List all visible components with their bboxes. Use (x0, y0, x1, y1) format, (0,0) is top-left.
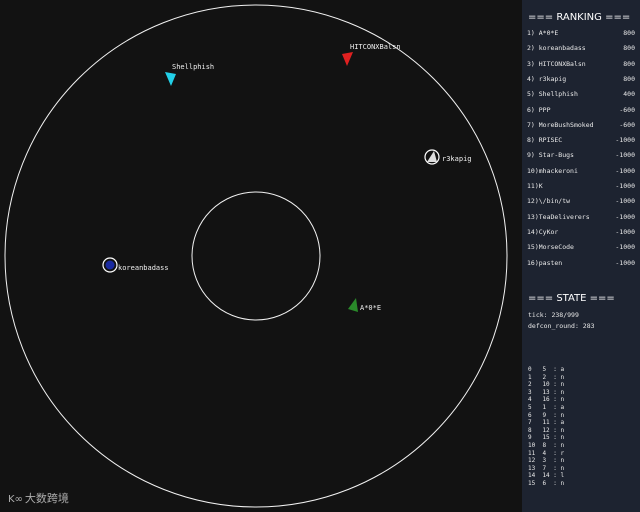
ranking-team-name: 1) A*0*E (527, 29, 559, 37)
ranking-team-score: 800 (623, 74, 635, 83)
ranking-team-name: 8) RPISEC (527, 136, 563, 145)
ranking-team-name: 9) Star-Bugs (527, 151, 574, 160)
ranking-team-name: 14)CyKor (527, 227, 559, 236)
ship-label-r3kapig: r3kapig (442, 155, 472, 163)
ranking-team-score: 800 (623, 29, 635, 37)
ranking-row: 4) r3kapig 800 (527, 74, 635, 84)
arena-canvas (4, 4, 508, 508)
ranking-team-name: 11)K (527, 182, 543, 190)
ranking-team-score: -1000 (615, 243, 635, 252)
ranking-team-name: 15)MorseCode (527, 243, 574, 252)
ranking-team-name: 3) HITCONXBalsn (527, 59, 586, 68)
ranking-team-score: -1000 (615, 151, 635, 160)
ranking-team-name: 16)pasten (527, 258, 563, 267)
ship-r3kapig (427, 151, 437, 162)
ranking-team-score: -1000 (615, 258, 635, 267)
ranking-team-score: 800 (623, 59, 635, 68)
ranking-row: 2) koreanbadass 800 (527, 43, 635, 53)
matchup-row: 15 6 : n (528, 480, 565, 487)
watermark-logo: K∞ 大数跨境 (8, 490, 69, 506)
ranking-team-score: -1000 (615, 212, 635, 221)
ranking-team-name: 10)mhackeroni (527, 166, 578, 175)
scoreboard-panel: === RANKING === 1) A*0*E 800 2) koreanbada… (522, 0, 640, 512)
state-header: === STATE === (528, 293, 615, 304)
ship-a0e (348, 298, 358, 312)
ranking-team-name: 5) Shellphish (527, 90, 578, 99)
ranking-row: 11)K -1000 (527, 181, 635, 191)
ranking-team-name: 6) PPP (527, 105, 551, 114)
ranking-row: 3) HITCONXBalsn 800 (527, 59, 635, 69)
ranking-team-score: -1000 (615, 182, 635, 190)
ship-label-koreanbadass: koreanbadass (118, 264, 169, 272)
ship-shellphish (165, 72, 176, 86)
watermark-text: 大数跨境 (24, 492, 69, 505)
ranking-team-score: -600 (619, 120, 635, 129)
ship-label-shellphish: Shellphish (172, 63, 215, 71)
ship-label-a0e: A*0*E (360, 304, 382, 312)
ship-label-hitconxbalsn: HITCONXBalsn (350, 43, 401, 51)
ranking-team-name: 12)\/bin/tw (527, 197, 571, 206)
ranking-team-name: 2) koreanbadass (527, 44, 586, 53)
ranking-header: === RANKING === (528, 12, 631, 23)
ranking-team-name: 7) MoreBushSmoked (527, 120, 594, 129)
state-round: defcon_round: 283 (528, 322, 595, 330)
ranking-row: 9) Star-Bugs -1000 (527, 150, 635, 160)
ranking-team-score: -1000 (615, 197, 635, 206)
ranking-row: 6) PPP -600 (527, 105, 635, 115)
ranking-row: 13)TeaDeliverers -1000 (527, 212, 635, 222)
ranking-team-name: 4) r3kapig (527, 74, 567, 83)
ranking-row: 10)mhackeroni -1000 (527, 166, 635, 176)
ranking-team-name: 13)TeaDeliverers (527, 212, 590, 221)
ranking-row: 15)MorseCode -1000 (527, 242, 635, 252)
ranking-row: 5) Shellphish 400 (527, 89, 635, 99)
ranking-row: 8) RPISEC -1000 (527, 135, 635, 145)
ranking-row: 16)pasten -1000 (527, 258, 635, 268)
outer-boundary-ring (4, 4, 508, 508)
ranking-row: 12)\/bin/tw -1000 (527, 196, 635, 206)
game-arena: Shellphish HITCONXBalsn r3kapig koreanba… (0, 0, 522, 512)
watermark-icon: K∞ (8, 494, 23, 505)
ranking-team-score: -1000 (615, 227, 635, 236)
ranking-row: 1) A*0*E 800 (527, 28, 635, 38)
ranking-row: 7) MoreBushSmoked -600 (527, 120, 635, 130)
ship-hitconxbalsn (342, 52, 353, 66)
state-tick: tick: 238/999 (528, 311, 579, 319)
ranking-team-score: -1000 (615, 136, 635, 145)
ranking-row: 14)CyKor -1000 (527, 227, 635, 237)
ship-koreanbadass (105, 260, 115, 270)
ranking-team-score: -600 (619, 105, 635, 114)
inner-sun-ring (191, 191, 321, 321)
ranking-team-score: 800 (623, 44, 635, 53)
ranking-team-score: 400 (623, 90, 635, 99)
ranking-team-score: -1000 (615, 166, 635, 175)
